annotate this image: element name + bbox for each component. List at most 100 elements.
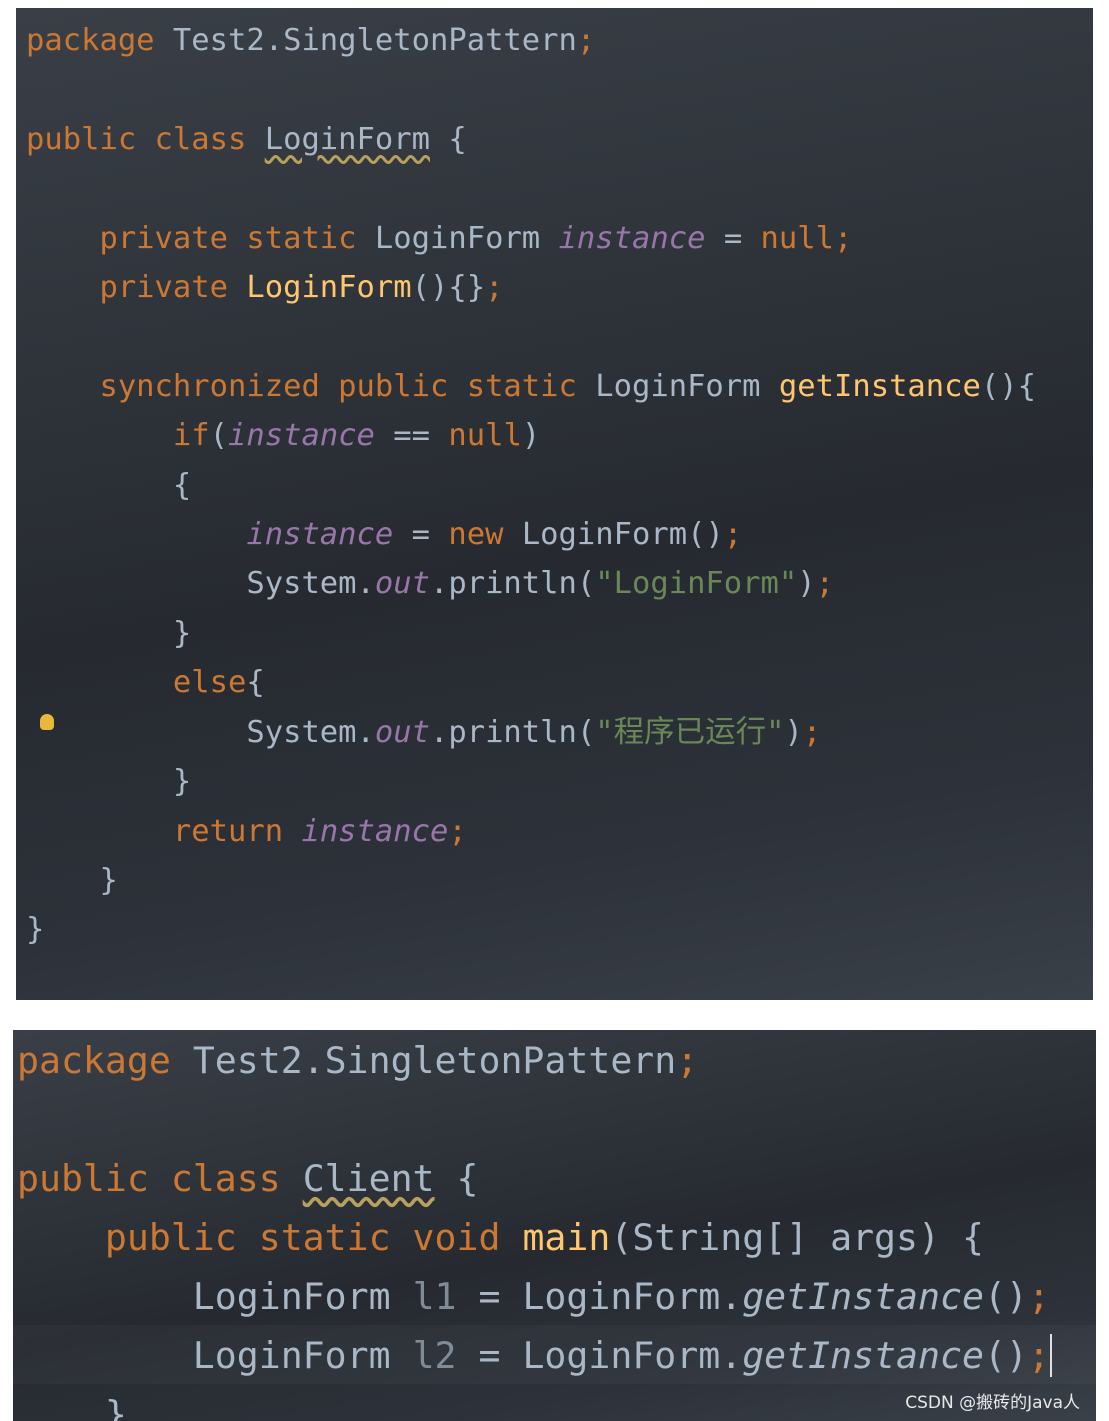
code-token: else (172, 665, 247, 701)
code-token: LoginForm() (521, 517, 724, 553)
code-line: } (26, 757, 1036, 806)
code-line: } (26, 905, 1036, 954)
code-token: ( (209, 418, 229, 454)
code-line: else{ (26, 658, 1036, 707)
code-token: = LoginForm. (456, 1275, 743, 1318)
code-line: private LoginForm(){}; (26, 263, 1036, 312)
code-token: { (434, 1157, 479, 1200)
code-token: = (393, 517, 449, 553)
code-token: LoginForm (17, 1334, 413, 1377)
code-line: LoginForm l1 = LoginForm.getInstance(); (17, 1267, 1052, 1326)
code-token: = (705, 220, 761, 256)
code-line: } (17, 1385, 1052, 1421)
code-token: System. (26, 714, 375, 750)
code-token: { (246, 665, 265, 701)
code-token: ; (1027, 1275, 1050, 1318)
code-token: ; (723, 517, 743, 553)
code-token: private (99, 270, 247, 306)
code-token: } (17, 1393, 127, 1421)
code-token: instance (558, 220, 706, 256)
code-editor-client: package Test2.SingletonPattern; public c… (13, 1030, 1096, 1421)
code-token: public static void (104, 1216, 523, 1259)
code-line: public class LoginForm { (26, 115, 1036, 164)
code-token: System. (26, 566, 375, 602)
code-token: ; (815, 566, 834, 602)
code-line: instance = new LoginForm(); (26, 510, 1036, 559)
code-token: ; (576, 23, 596, 58)
code-token: (){} (411, 270, 486, 306)
code-token: ; (676, 1039, 699, 1082)
code-token: LoginForm (374, 220, 559, 256)
code-token: } (26, 615, 192, 651)
code-line: public class Client { (17, 1149, 1052, 1208)
code-token: () (983, 1275, 1028, 1318)
code-token: public class (26, 121, 265, 157)
code-line: System.out.println("LoginForm"); (26, 559, 1036, 608)
code-token: "LoginForm" (595, 566, 798, 602)
code-token: new (448, 517, 522, 553)
code-token: instance (301, 813, 449, 849)
code-token: synchronized public static (99, 368, 596, 404)
code-token: = LoginForm. (456, 1334, 743, 1377)
code-line: private static LoginForm instance = null… (26, 214, 1036, 263)
code-token: instance (246, 517, 394, 553)
code-token: public class (17, 1157, 303, 1200)
code-token: { (429, 121, 467, 157)
code-token: package (26, 23, 173, 58)
code-token: ; (485, 270, 504, 306)
code-token: (String[] args) { (610, 1216, 984, 1259)
code-token: getInstance (742, 1334, 984, 1377)
code-token: ) (784, 714, 803, 750)
code-token: == (374, 418, 449, 454)
code-line: System.out.println("程序已运行"); (26, 708, 1036, 757)
code-token: l2 (412, 1334, 457, 1377)
code-line: return instance; (26, 807, 1036, 856)
code-token: getInstance (742, 1275, 984, 1318)
watermark: CSDN @搬砖的Java人 (905, 1393, 1080, 1413)
code-token: () (983, 1334, 1028, 1377)
code-line: public static void main(String[] args) { (17, 1208, 1052, 1267)
code-token: Test2.SingletonPattern (192, 1039, 677, 1082)
code-token: Test2.SingletonPattern (172, 23, 577, 58)
code-token: private static (99, 220, 375, 256)
code-token: .println( (429, 714, 596, 750)
code-token: return (172, 813, 302, 849)
code-token: } (26, 912, 45, 948)
code-token: main (522, 1216, 611, 1259)
code-token: LoginForm (264, 121, 430, 157)
code-token: ) (521, 418, 541, 454)
code-token: ; (1027, 1334, 1052, 1377)
code-token: ; (802, 714, 822, 750)
code-token: } (26, 862, 118, 898)
code-block[interactable]: package Test2.SingletonPattern; public c… (26, 16, 1036, 955)
code-token: Client (302, 1157, 435, 1200)
code-line: } (26, 609, 1036, 658)
code-line: synchronized public static LoginForm get… (26, 362, 1036, 411)
code-token: package (17, 1039, 193, 1082)
code-block[interactable]: package Test2.SingletonPattern; public c… (17, 1031, 1052, 1421)
code-line: { (26, 461, 1036, 510)
code-token: if (172, 418, 210, 454)
code-token: ) (797, 566, 816, 602)
code-token: out (374, 566, 430, 602)
code-token: getInstance (778, 368, 981, 404)
code-token: LoginForm (246, 270, 412, 306)
code-editor-loginform: package Test2.SingletonPattern; public c… (16, 8, 1093, 1000)
code-line: if(instance == null) (26, 411, 1036, 460)
code-token: (){ (980, 368, 1036, 404)
code-token: } (26, 764, 192, 800)
code-line: LoginForm l2 = LoginForm.getInstance(); (17, 1326, 1052, 1385)
code-token: ; (448, 813, 467, 849)
